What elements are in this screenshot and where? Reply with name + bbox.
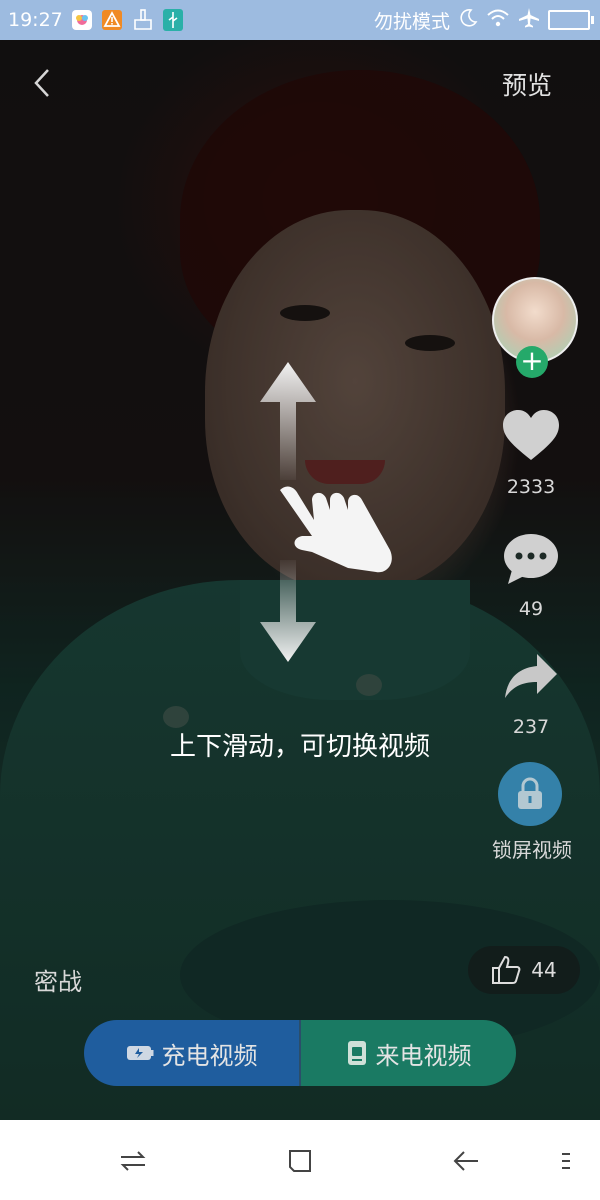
- heart-icon: [503, 410, 559, 460]
- broom-icon: [131, 8, 155, 32]
- system-nav-bar: [0, 1120, 600, 1200]
- incoming-call-video-label: 来电视频: [375, 1041, 472, 1070]
- photos-app-icon: [71, 9, 93, 31]
- share-arrow-icon: [505, 654, 557, 698]
- charge-video-button[interactable]: 充电视频: [84, 1020, 299, 1086]
- status-time: 19:27: [8, 9, 63, 31]
- warning-icon: [101, 9, 123, 31]
- swipe-gesture-hint: [250, 360, 420, 670]
- back-arrow-icon: [453, 1151, 478, 1171]
- dnd-label: 勿扰模式: [373, 10, 450, 33]
- comment-count: 49: [518, 598, 544, 620]
- airplane-icon: [518, 7, 540, 34]
- back-button[interactable]: [26, 66, 60, 100]
- thumbs-up-button[interactable]: 44: [468, 946, 580, 994]
- thumbs-up-icon: [492, 955, 521, 984]
- menu-icon: [562, 1153, 570, 1169]
- switch-apps-icon: [120, 1151, 146, 1171]
- incoming-call-video-button[interactable]: 来电视频: [301, 1020, 516, 1086]
- status-right: 勿扰模式: [373, 7, 594, 34]
- menu-button[interactable]: [546, 1144, 586, 1178]
- comment-icon: [504, 534, 558, 584]
- lock-screen-label: 锁屏视频: [492, 838, 572, 862]
- home-square-icon: [289, 1150, 311, 1172]
- battery-icon: [548, 10, 594, 30]
- switch-apps-button[interactable]: [113, 1144, 153, 1178]
- lock-icon: [518, 777, 542, 809]
- wifi-icon: [486, 8, 510, 33]
- like-action[interactable]: 2333: [481, 408, 581, 498]
- home-button[interactable]: [280, 1144, 320, 1178]
- plus-icon: +: [520, 344, 544, 377]
- follow-button[interactable]: +: [516, 346, 548, 378]
- thumbs-up-count: 44: [531, 958, 557, 982]
- video-title: 密战: [34, 968, 82, 996]
- swipe-hand-icon: [260, 362, 392, 662]
- screen: 19:27 勿扰模式 预览 + 2333 49 237 锁屏视频 上下滑动，可切…: [0, 0, 600, 1200]
- chevron-left-icon: [34, 69, 49, 97]
- like-count: 2333: [506, 476, 556, 498]
- charge-video-label: 充电视频: [161, 1041, 258, 1070]
- moon-icon: [458, 8, 478, 33]
- phone-video-icon: [347, 1041, 366, 1065]
- preview-button[interactable]: 预览: [502, 66, 552, 102]
- lock-screen-video-button[interactable]: [498, 762, 562, 826]
- usb-icon: [162, 9, 183, 31]
- comment-action[interactable]: 49: [481, 532, 581, 620]
- back-nav-button[interactable]: [446, 1144, 486, 1178]
- status-bar: 19:27 勿扰模式: [0, 0, 600, 40]
- bottom-action-bar: 充电视频 来电视频: [84, 1020, 516, 1086]
- swipe-hint-text: 上下滑动，可切换视频: [169, 732, 430, 762]
- battery-charge-icon: [126, 1046, 153, 1060]
